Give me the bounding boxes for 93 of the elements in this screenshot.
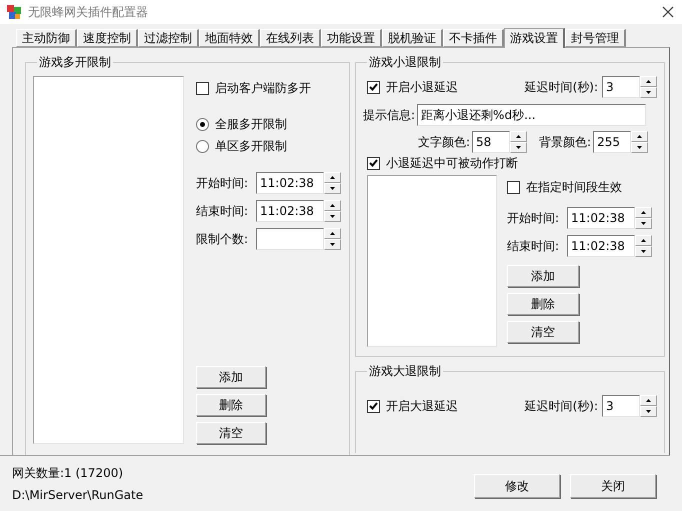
checkbox[interactable]: 启动客户端防多开 [196,80,341,96]
spin-up-button[interactable] [324,228,341,239]
spin-down-button[interactable] [510,142,528,153]
spin-up-button[interactable] [635,235,652,246]
color-field[interactable]: 255 [593,131,632,153]
action-button[interactable]: 删除 [196,394,266,416]
spin-down-button[interactable] [631,142,648,153]
tab[interactable]: 速度控制 [77,29,138,47]
hint-field[interactable]: 距离小退还剩%d秒... [417,104,646,126]
delay-field[interactable]: 3 [602,76,640,98]
up-arrow-icon [646,399,651,402]
spin-down-button[interactable] [324,239,341,250]
up-arrow-icon [330,176,335,179]
tab[interactable]: 功能设置 [321,29,382,47]
field-label: 结束时间: [507,238,560,254]
field-label: 结束时间: [196,202,250,220]
up-arrow-icon [641,211,646,214]
action-button[interactable]: 添加 [507,265,579,287]
time-field[interactable]: 11:02:38 [567,235,635,257]
tab[interactable]: 主动防御 [16,29,77,47]
checkbox[interactable]: 在指定时间段生效 [507,179,652,195]
checkbox[interactable]: 小退延迟中可被动作打断 [367,155,518,171]
field-label: 提示信息: [363,106,416,124]
status-text: 网关数量:1 (17200) [12,465,124,482]
down-arrow-icon [516,146,522,149]
up-arrow-icon [330,232,335,235]
spin-up-button[interactable] [324,200,341,211]
window-title: 无限蜂网关插件配置器 [28,4,149,20]
spin-up-button[interactable] [510,131,528,142]
tab[interactable]: 脱机验证 [382,29,443,47]
spin-down-button[interactable] [324,183,341,194]
dialog-button[interactable]: 修改 [474,474,560,498]
field-label: 开始时间: [507,210,560,226]
up-arrow-icon [637,135,642,138]
spin-up-button[interactable] [640,395,657,406]
spin-down-button[interactable] [640,406,657,417]
field-label: 限制个数: [196,230,250,248]
down-arrow-icon [646,410,651,413]
spin-down-button[interactable] [635,246,652,257]
field-label: 延迟时间(秒): [524,398,598,414]
up-arrow-icon [330,204,335,207]
radio-dot [200,122,205,126]
check-icon [369,402,378,410]
checkbox[interactable]: 开启大退延迟 [367,398,458,414]
close-icon[interactable] [662,6,674,18]
action-button[interactable]: 清空 [507,321,579,343]
spin-up-button[interactable] [324,172,341,183]
tab[interactable]: 过滤控制 [138,29,199,47]
action-button[interactable]: 清空 [196,422,266,444]
dialog-button[interactable]: 关闭 [570,474,656,498]
action-button[interactable]: 删除 [507,293,579,315]
spin-down-button[interactable] [324,211,341,222]
path-text: D:\MirServer\RunGate [12,487,144,504]
down-arrow-icon [330,187,335,190]
group-title: 游戏多开限制 [38,54,112,71]
spin-up-button[interactable] [640,76,657,87]
check-icon [369,159,378,167]
spin-up-button[interactable] [635,207,652,218]
tab[interactable]: 游戏设置 [504,28,565,48]
field-label: 背景颜色: [539,134,592,150]
up-arrow-icon [646,80,651,83]
down-arrow-icon [330,243,335,246]
delay-field[interactable]: 3 [602,395,640,417]
down-arrow-icon [646,91,651,94]
count-field[interactable] [256,228,324,250]
down-arrow-icon [637,146,642,149]
down-arrow-icon [641,250,646,253]
action-button[interactable]: 添加 [196,366,266,388]
time-field[interactable]: 11:02:38 [256,200,324,222]
checkbox[interactable]: 开启小退延迟 [367,79,458,95]
tab[interactable]: 地面特效 [199,29,260,47]
time-field[interactable]: 11:02:38 [567,207,635,229]
group-title: 游戏小退限制 [368,54,442,71]
spin-down-button[interactable] [640,87,657,98]
radio-button[interactable]: 全服多开限制 [196,116,341,132]
up-arrow-icon [641,239,646,242]
color-field[interactable]: 58 [472,131,510,153]
tab[interactable]: 在线列表 [260,29,321,47]
spin-down-button[interactable] [635,218,652,229]
check-icon [369,83,378,91]
down-arrow-icon [641,222,646,225]
field-label: 延迟时间(秒): [524,78,598,96]
tab[interactable]: 封号管理 [565,29,626,47]
down-arrow-icon [330,215,335,218]
spin-up-button[interactable] [631,131,648,142]
time-field[interactable]: 11:02:38 [256,172,324,194]
group-title: 游戏大退限制 [368,363,442,380]
up-arrow-icon [516,135,522,138]
app-icon [6,4,22,20]
field-label: 开始时间: [196,174,250,192]
radio-button[interactable]: 单区多开限制 [196,138,341,154]
field-label: 文字颜色: [418,134,470,150]
tab[interactable]: 不卡插件 [443,29,504,47]
